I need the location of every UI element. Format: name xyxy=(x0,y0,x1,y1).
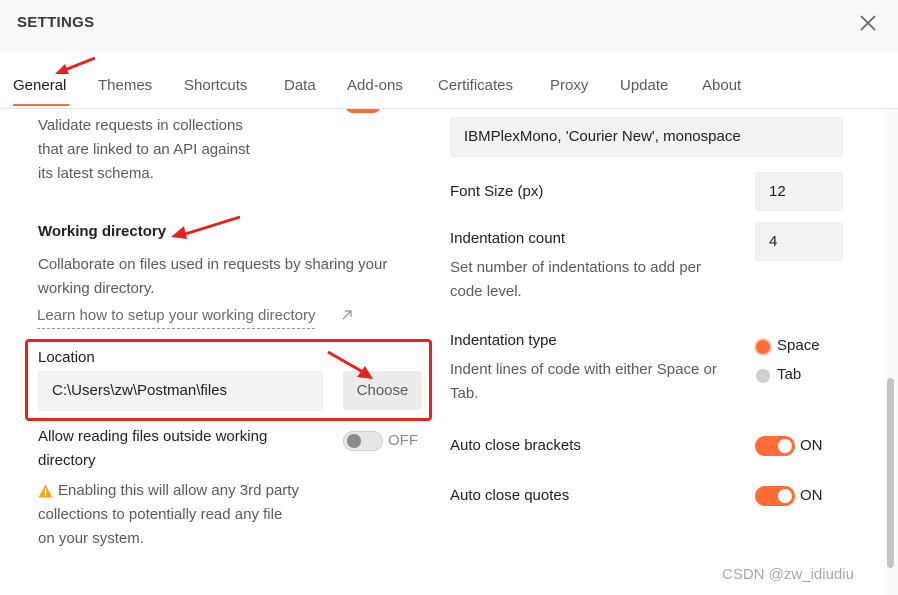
scrollbar-thumb[interactable] xyxy=(887,378,894,568)
auto-close-brackets-toggle[interactable] xyxy=(755,436,795,456)
working-directory-desc-line-2: working directory. xyxy=(38,280,155,297)
font-family-input[interactable]: IBMPlexMono, 'Courier New', monospace xyxy=(450,117,843,157)
allow-outside-toggle[interactable] xyxy=(343,431,383,451)
choose-button[interactable]: Choose xyxy=(343,371,422,410)
validate-desc-line-1: Validate requests in collections xyxy=(38,117,243,134)
api-validation-toggle[interactable] xyxy=(345,109,381,113)
allow-outside-label-line-1: Allow reading files outside working xyxy=(38,428,268,445)
auto-close-quotes-toggle-label: ON xyxy=(800,487,823,504)
location-path-input[interactable]: C:\Users\zw\Postman\files xyxy=(38,371,323,411)
location-label: Location xyxy=(38,349,95,366)
settings-content: Validate requests in collections that ar… xyxy=(0,109,898,595)
warning-text-line-1: Enabling this will allow any 3rd party xyxy=(58,482,299,499)
auto-close-brackets-label: Auto close brackets xyxy=(450,437,581,454)
indentation-count-desc-line-2: code level. xyxy=(450,283,522,300)
allow-outside-label-line-2: directory xyxy=(38,452,96,469)
tab-about[interactable]: About xyxy=(702,77,741,94)
validate-desc-line-2: that are linked to an API against xyxy=(38,141,250,158)
toggle-knob xyxy=(778,489,792,503)
learn-working-directory-link[interactable]: Learn how to setup your working director… xyxy=(37,304,316,329)
tab-shortcuts[interactable]: Shortcuts xyxy=(184,77,247,94)
tab-add-ons[interactable]: Add-ons xyxy=(347,77,403,94)
radio-tab[interactable] xyxy=(756,369,770,383)
indentation-type-desc-line-1: Indent lines of code with either Space o… xyxy=(450,361,717,378)
radio-space[interactable] xyxy=(756,340,770,354)
allow-outside-toggle-label: OFF xyxy=(388,432,418,449)
warning-text-line-3: on your system. xyxy=(38,530,144,547)
indentation-count-desc-line-1: Set number of indentations to add per xyxy=(450,259,702,276)
tab-proxy[interactable]: Proxy xyxy=(550,77,588,94)
working-directory-desc-line-1: Collaborate on files used in requests by… xyxy=(38,256,388,273)
external-link-icon xyxy=(342,310,352,320)
auto-close-quotes-label: Auto close quotes xyxy=(450,487,570,504)
close-icon[interactable] xyxy=(855,10,881,36)
indentation-count-input[interactable]: 4 xyxy=(755,222,843,261)
font-size-input[interactable]: 12 xyxy=(755,172,843,211)
indentation-count-label: Indentation count xyxy=(450,230,566,247)
auto-close-quotes-toggle[interactable] xyxy=(755,486,795,506)
auto-close-brackets-toggle-label: ON xyxy=(800,437,823,454)
indentation-type-desc-line-2: Tab. xyxy=(450,385,479,402)
indentation-type-label: Indentation type xyxy=(450,332,557,349)
radio-space-label[interactable]: Space xyxy=(777,334,820,358)
settings-title: SETTINGS xyxy=(17,14,95,31)
settings-tabs: General Themes Shortcuts Data Add-ons Ce… xyxy=(0,52,898,109)
toggle-knob xyxy=(778,439,792,453)
settings-header: SETTINGS xyxy=(0,0,898,52)
tab-themes[interactable]: Themes xyxy=(98,77,152,94)
tab-data[interactable]: Data xyxy=(284,77,316,94)
warning-text-line-2: collections to potentially read any file xyxy=(38,506,283,523)
validate-desc-line-3: its latest schema. xyxy=(38,165,154,182)
tab-general[interactable]: General xyxy=(13,77,66,94)
font-size-label: Font Size (px) xyxy=(450,183,544,200)
toggle-knob xyxy=(347,434,361,448)
active-tab-indicator xyxy=(13,104,69,106)
tab-certificates[interactable]: Certificates xyxy=(438,77,513,94)
radio-tab-label[interactable]: Tab xyxy=(777,363,801,387)
warning-icon xyxy=(38,484,53,498)
working-directory-heading: Working directory xyxy=(38,223,167,240)
watermark: CSDN @zw_idiudiu xyxy=(722,566,854,583)
tab-update[interactable]: Update xyxy=(620,77,668,94)
